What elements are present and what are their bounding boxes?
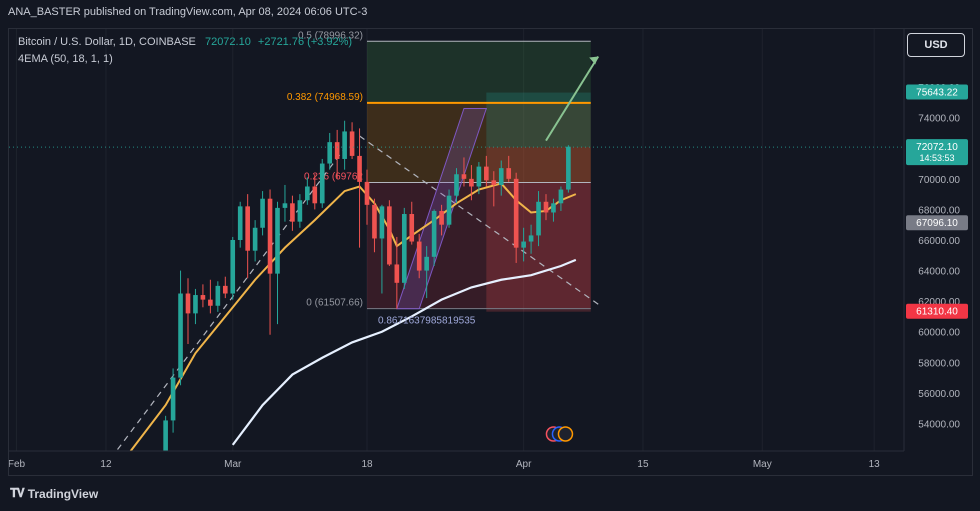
candle-body — [305, 186, 310, 201]
x-axis-tick-label: 18 — [361, 459, 373, 470]
tradingview-logo-icon: 𝐓𝐕 — [10, 486, 25, 500]
candle-body — [566, 146, 571, 190]
candle-body — [215, 285, 221, 306]
candle-body — [312, 186, 318, 204]
x-axis-tick-label: Mar — [224, 459, 242, 470]
candle-body — [491, 180, 497, 185]
fib-level-label: 0.382 (74968.59) — [287, 92, 363, 103]
candle-body — [163, 420, 168, 451]
candle-body — [193, 295, 198, 314]
x-axis-tick-label: 12 — [100, 459, 112, 470]
indicator-legend[interactable]: 4EMA (50, 18, 1, 1) — [18, 53, 113, 65]
fib-level-label: 0.236 (69762 — [304, 171, 363, 182]
price-tag-value: 72072.10 — [916, 142, 958, 153]
chart-panel[interactable]: 0.5 (78996.32) 0.382 (74968.59) 0.236 (697… — [8, 28, 973, 476]
plot-area: 0.5 (78996.32)0.382 (74968.59)0.236 (697… — [9, 29, 904, 451]
candle-body — [349, 131, 355, 156]
candle-body — [394, 264, 400, 283]
candle-body — [416, 241, 422, 271]
candle-body — [439, 210, 444, 225]
y-axis-tick-label: 54000.00 — [918, 419, 960, 430]
symbol-name: Bitcoin / U.S. Dollar, 1D, COINBASE — [18, 36, 196, 48]
price-tag-value: 75643.22 — [916, 88, 958, 99]
tradingview-logo[interactable]: 𝐓𝐕 TradingView — [10, 486, 98, 501]
candle-body — [252, 227, 258, 251]
tradingview-logo-text: TradingView — [27, 486, 99, 501]
candle-body — [290, 203, 295, 222]
candle-body — [275, 207, 280, 274]
y-axis-tick-label: 70000.00 — [918, 175, 960, 186]
y-axis-tick-label: 58000.00 — [918, 358, 960, 369]
price-tag-countdown: 14:53:53 — [919, 153, 954, 163]
candle-body — [424, 256, 429, 271]
y-axis-tick-label: 74000.00 — [918, 114, 960, 125]
event-flag-icon — [557, 426, 574, 442]
position-ratio-label: 0.8671637985819535 — [378, 316, 476, 327]
y-axis-tick-label: 68000.00 — [918, 205, 960, 216]
price-chart[interactable]: 0.5 (78996.32)0.382 (74968.59)0.236 (697… — [9, 29, 972, 475]
x-axis-tick-label: 15 — [637, 459, 649, 470]
candle-body — [222, 285, 228, 294]
x-axis-tick-label: Apr — [516, 459, 532, 470]
candle-body — [454, 174, 459, 196]
x-axis-tick-label: 13 — [869, 459, 881, 470]
candle-body — [297, 200, 303, 222]
x-axis-tick-label: May — [753, 459, 772, 470]
price-tag-value: 61310.40 — [916, 307, 958, 318]
candle-body — [342, 131, 347, 159]
y-axis-tick-label: 64000.00 — [918, 267, 960, 278]
candle-body — [469, 178, 474, 187]
candle-body — [521, 241, 526, 248]
candle-body — [267, 198, 273, 274]
candle-body — [200, 295, 206, 300]
candle-body — [401, 214, 407, 283]
y-axis-tick-label: 56000.00 — [918, 389, 960, 400]
candle-body — [431, 210, 437, 257]
candle-body — [387, 206, 392, 265]
candle-body — [476, 166, 482, 187]
candle-body — [506, 168, 512, 179]
candle-body — [170, 377, 176, 421]
candle-body — [364, 181, 370, 205]
price-tag-value: 67096.10 — [916, 218, 958, 229]
candle-body — [357, 155, 362, 182]
legend-change: +2721.76 (+3.92%) — [257, 36, 353, 48]
symbol-legend[interactable]: Bitcoin / U.S. Dollar, 1D, COINBASE 7207… — [18, 36, 352, 48]
position-target-box — [486, 92, 591, 148]
candle-body — [446, 195, 452, 225]
x-axis-tick-label: Feb — [9, 459, 26, 470]
candle-body — [498, 168, 504, 185]
candle-body — [461, 174, 467, 179]
candle-body — [409, 214, 415, 242]
candle-body — [528, 235, 534, 242]
candle-body — [260, 198, 265, 228]
candle-body — [334, 142, 340, 159]
candle-body — [513, 178, 519, 248]
candle-body — [372, 204, 377, 239]
publish-info: ANA_BASTER published on TradingView.com,… — [8, 6, 368, 18]
candle-body — [558, 189, 564, 204]
candle-body — [178, 293, 183, 378]
candle-body — [379, 206, 385, 239]
y-axis-tick-label: 60000.00 — [918, 328, 960, 339]
candle-body — [185, 293, 191, 314]
y-axis-tick-label: 66000.00 — [918, 236, 960, 247]
candle-body — [484, 166, 489, 181]
candle-body — [245, 206, 250, 251]
candle-body — [327, 142, 333, 164]
candle-body — [230, 240, 236, 294]
candle-body — [543, 201, 549, 213]
candle-body — [536, 201, 541, 236]
candle-body — [237, 206, 243, 240]
candle-body — [282, 203, 288, 208]
legend-price: 72072.10 — [204, 36, 251, 48]
fib-level-label: 0 (61507.66) — [306, 298, 363, 309]
currency-button[interactable]: USD — [907, 33, 965, 57]
candle-body — [319, 163, 325, 204]
candle-body — [208, 299, 213, 306]
candle-body — [551, 203, 556, 213]
